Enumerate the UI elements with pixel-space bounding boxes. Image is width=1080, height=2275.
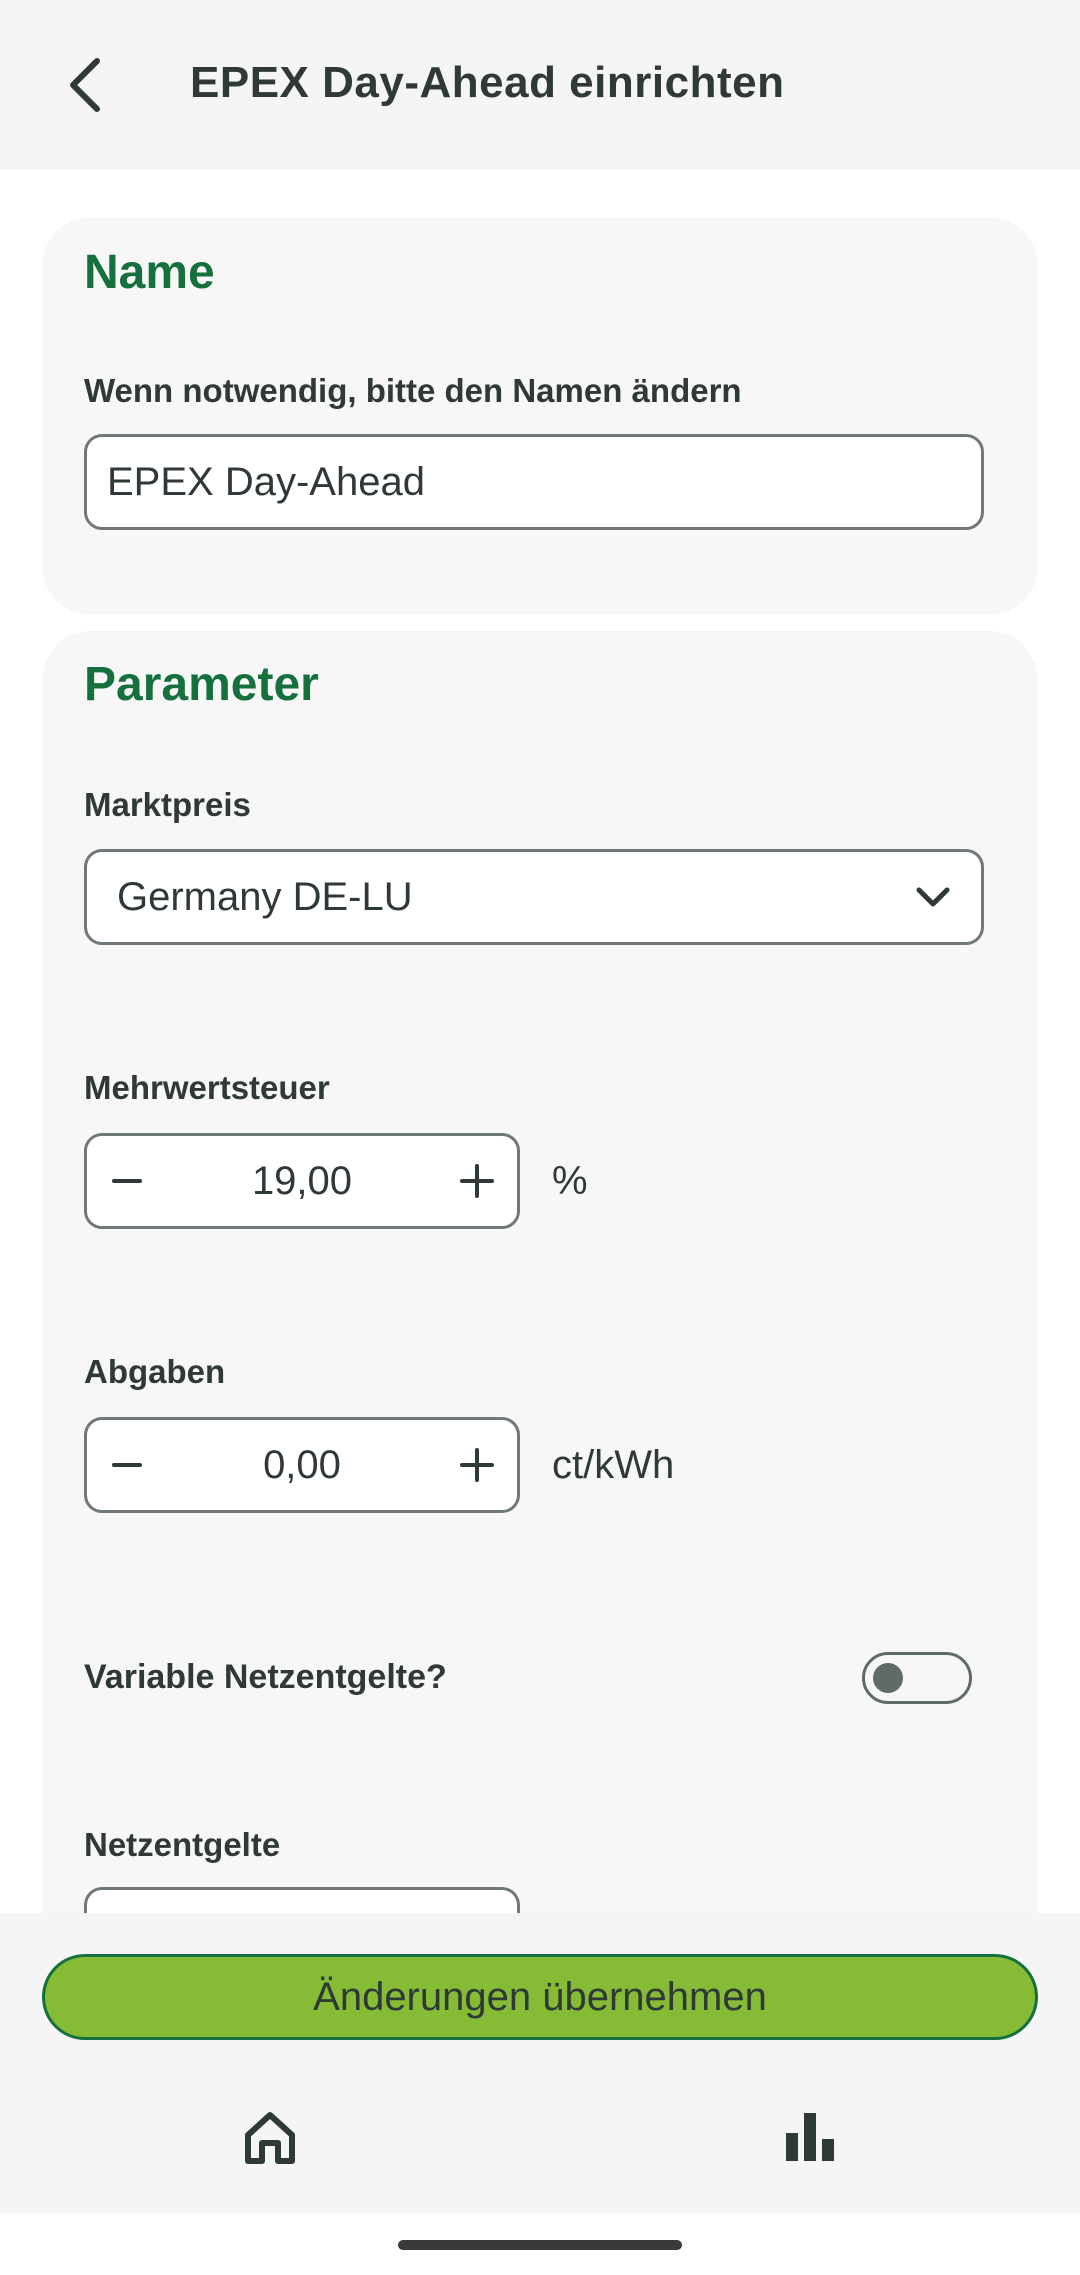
parameter-section-title: Parameter bbox=[84, 658, 319, 711]
vat-value[interactable]: 19,00 bbox=[167, 1159, 437, 1204]
apply-changes-button[interactable]: Änderungen übernehmen bbox=[42, 1954, 1038, 2040]
parameter-card: Parameter Marktpreis Germany DE-LU Mehrw… bbox=[42, 631, 1038, 2031]
bar-chart-icon[interactable] bbox=[778, 2105, 842, 2169]
home-icon[interactable] bbox=[238, 2105, 302, 2169]
levies-decrement-button[interactable] bbox=[87, 1420, 167, 1510]
levies-unit: ct/kWh bbox=[552, 1443, 675, 1487]
grid-fees-label: Netzentgelte bbox=[84, 1826, 281, 1863]
page-title: EPEX Day-Ahead einrichten bbox=[190, 58, 785, 107]
name-field-label: Wenn notwendig, bitte den Namen ändern bbox=[84, 372, 742, 409]
plus-icon bbox=[460, 1164, 494, 1198]
vat-stepper: 19,00 bbox=[84, 1133, 520, 1229]
market-price-select[interactable]: Germany DE-LU bbox=[84, 849, 984, 945]
name-section-title: Name bbox=[84, 246, 215, 299]
levies-label: Abgaben bbox=[84, 1353, 226, 1390]
variable-grid-fees-label: Variable Netzentgelte? bbox=[84, 1658, 447, 1696]
market-price-value: Germany DE-LU bbox=[117, 874, 413, 919]
name-input[interactable] bbox=[84, 434, 984, 530]
vat-increment-button[interactable] bbox=[437, 1136, 517, 1226]
name-card: Name Wenn notwendig, bitte den Namen änd… bbox=[42, 217, 1038, 615]
vat-label: Mehrwertsteuer bbox=[84, 1069, 330, 1106]
plus-icon bbox=[460, 1448, 494, 1482]
screen: EPEX Day-Ahead einrichten Name Wenn notw… bbox=[0, 0, 1080, 2275]
bottom-bar: Änderungen übernehmen bbox=[0, 1913, 1080, 2213]
minus-icon bbox=[112, 1179, 142, 1183]
toggle-knob bbox=[873, 1663, 903, 1693]
variable-grid-fees-toggle[interactable] bbox=[862, 1652, 972, 1704]
chevron-left-icon bbox=[70, 58, 100, 112]
vat-unit: % bbox=[552, 1159, 588, 1203]
back-button[interactable] bbox=[55, 50, 115, 120]
app-header: EPEX Day-Ahead einrichten bbox=[0, 0, 1080, 170]
levies-value[interactable]: 0,00 bbox=[167, 1443, 437, 1488]
market-price-label: Marktpreis bbox=[84, 786, 251, 823]
home-indicator bbox=[398, 2240, 682, 2250]
minus-icon bbox=[112, 1463, 142, 1467]
levies-stepper: 0,00 bbox=[84, 1417, 520, 1513]
apply-changes-label: Änderungen übernehmen bbox=[313, 1974, 767, 2019]
chevron-down-icon bbox=[916, 887, 950, 907]
vat-decrement-button[interactable] bbox=[87, 1136, 167, 1226]
levies-increment-button[interactable] bbox=[437, 1420, 517, 1510]
